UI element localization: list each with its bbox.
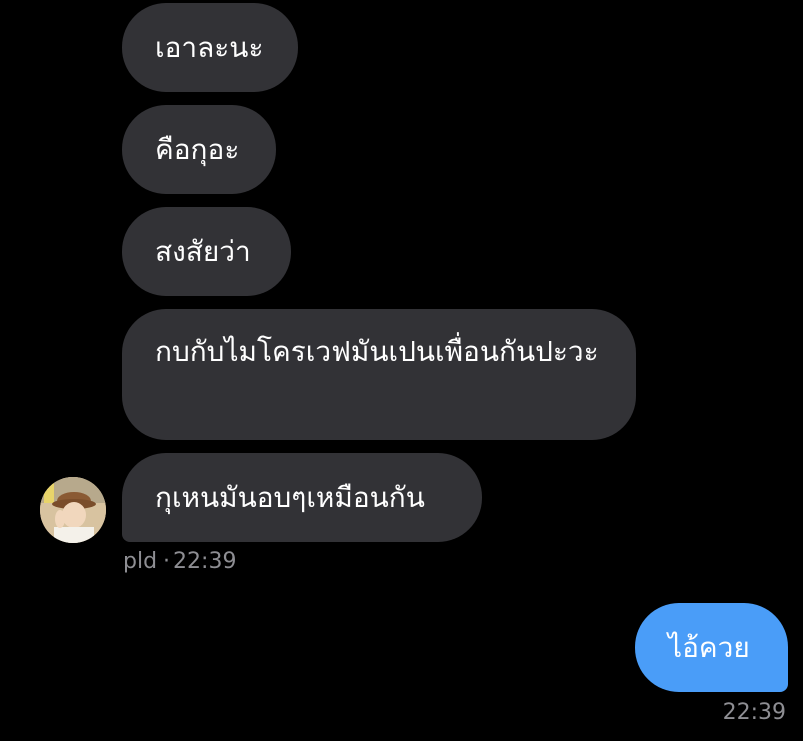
message-text: คือกุอะ: [155, 133, 240, 166]
meta-separator: ·: [163, 549, 171, 574]
received-message-bubble[interactable]: เอาละนะ: [122, 3, 298, 92]
timestamp: 22:39: [722, 700, 786, 725]
sender-avatar[interactable]: [40, 477, 106, 543]
timestamp: 22:39: [173, 549, 237, 574]
sent-message-bubble[interactable]: ไอ้ควย: [635, 603, 788, 692]
message-text: สงสัยว่า: [155, 235, 251, 268]
chat-thread: เอาละนะ คือกุอะ สงสัยว่า กบกับไมโครเวฟมั…: [0, 0, 803, 741]
received-message-bubble[interactable]: คือกุอะ: [122, 105, 276, 194]
received-message-meta: pld · 22:39: [123, 549, 236, 575]
received-message-bubble[interactable]: กบกับไมโครเวฟมันเปนเพื่อนกันปะวะ: [122, 309, 636, 440]
message-text: กบกับไมโครเวฟมันเปนเพื่อนกันปะวะ: [155, 335, 599, 368]
sender-name: pld: [123, 549, 158, 574]
message-text: เอาละนะ: [155, 31, 264, 64]
sent-message-meta: 22:39: [723, 700, 786, 726]
message-text: กุเหนมันอบๆเหมือนกัน: [155, 481, 425, 514]
received-message-bubble[interactable]: สงสัยว่า: [122, 207, 291, 296]
avatar-photo: [40, 477, 106, 543]
received-message-bubble[interactable]: กุเหนมันอบๆเหมือนกัน: [122, 453, 482, 542]
message-text: ไอ้ควย: [668, 631, 750, 664]
